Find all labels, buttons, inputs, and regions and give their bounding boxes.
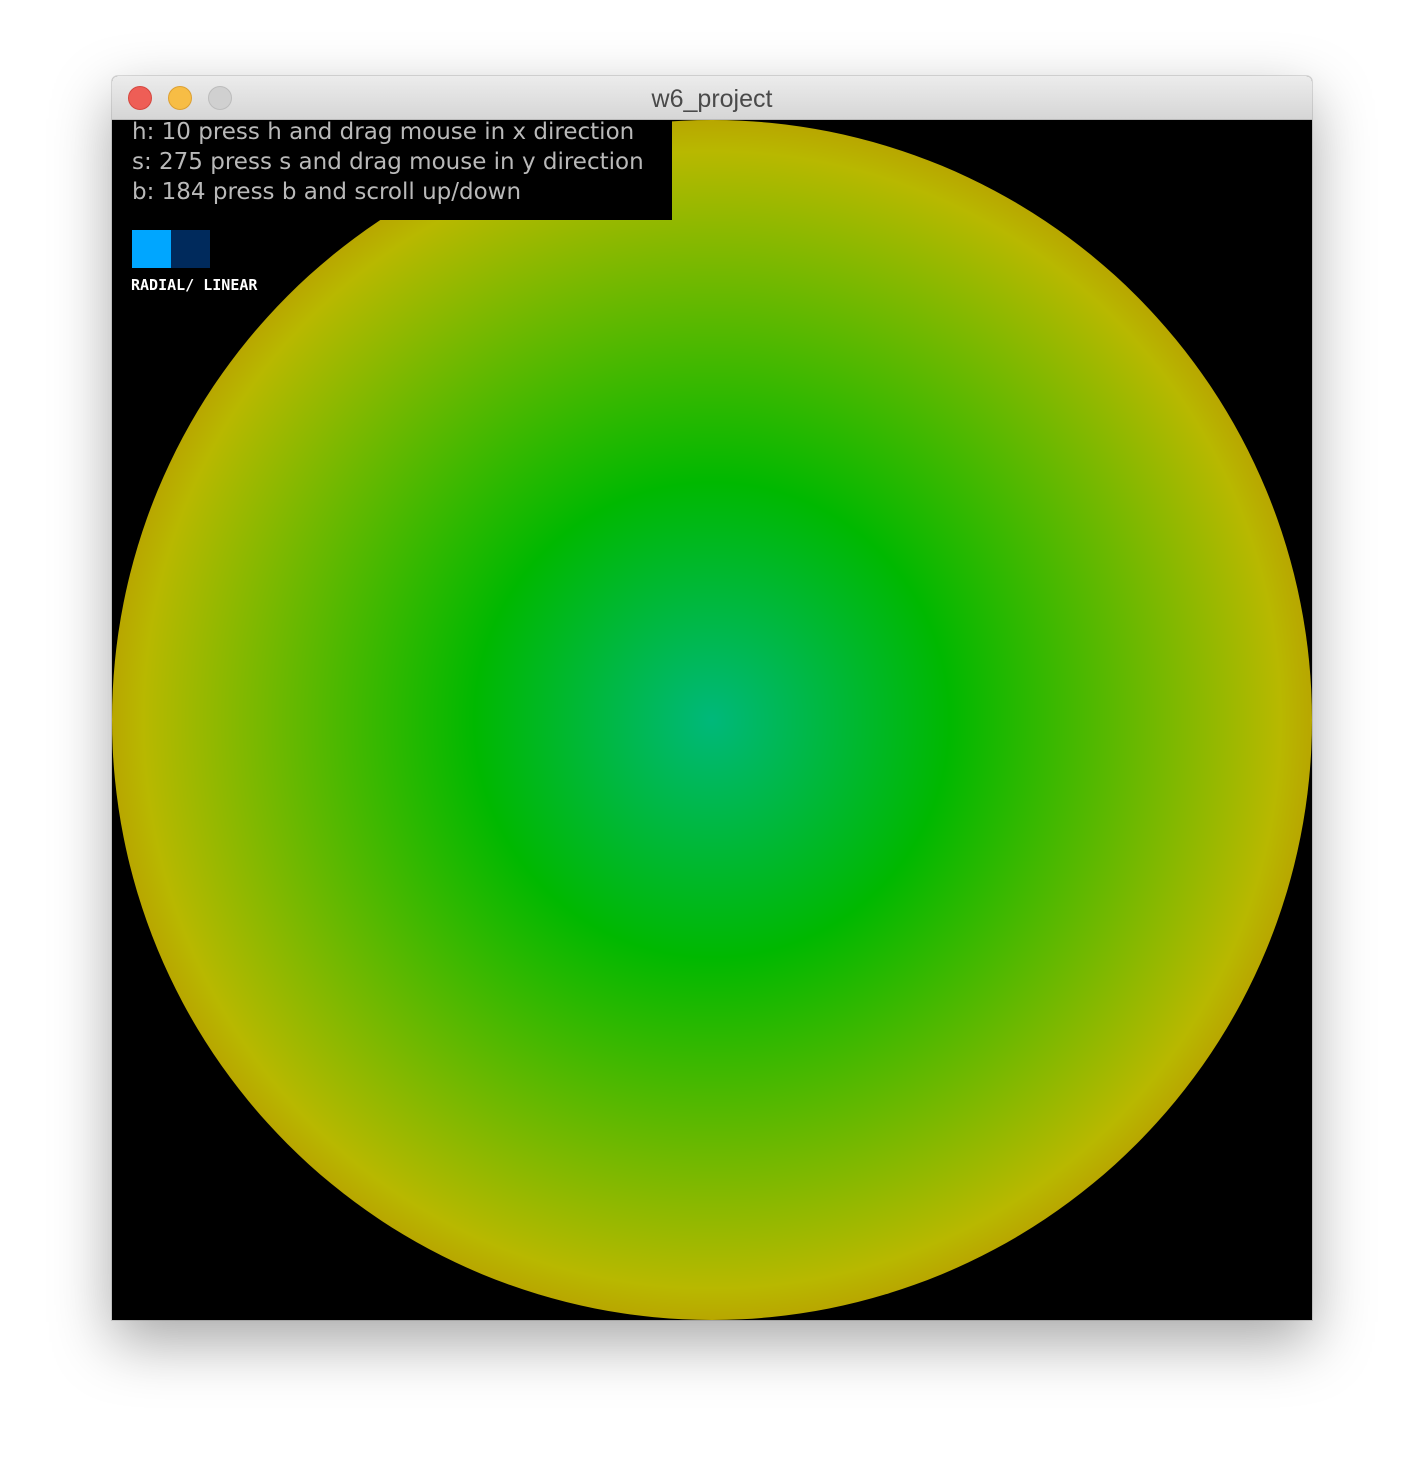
title-bar[interactable]: w6_project — [112, 76, 1312, 120]
linear-option[interactable] — [171, 230, 210, 268]
toggle-label: RADIAL/ LINEAR — [131, 276, 258, 294]
sketch-canvas[interactable]: h: 10 press h and drag mouse in x direct… — [112, 120, 1312, 1320]
window-title: w6_project — [651, 85, 773, 113]
radial-gradient-disc — [112, 120, 1312, 1320]
radial-option[interactable] — [132, 230, 171, 268]
hue-info-line: h: 10 press h and drag mouse in x direct… — [132, 120, 635, 145]
info-panel: h: 10 press h and drag mouse in x direct… — [112, 120, 672, 220]
app-window: w6_project h: 10 press h and drag mouse … — [112, 76, 1312, 1320]
brightness-info-line: b: 184 press b and scroll up/down — [132, 179, 522, 205]
gradient-mode-toggle[interactable] — [132, 230, 210, 268]
saturation-info-line: s: 275 press s and drag mouse in y direc… — [132, 149, 644, 175]
